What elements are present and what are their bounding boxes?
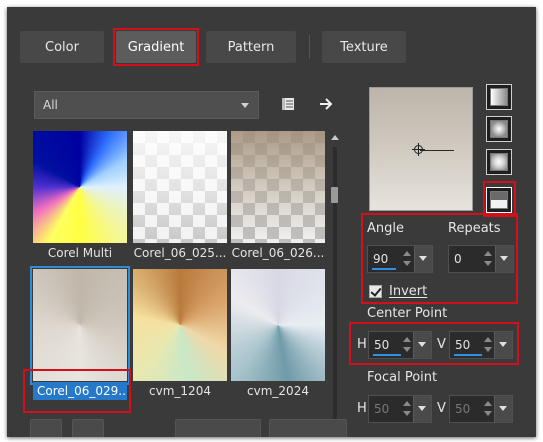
gradient-label: Corel_06_026...: [231, 246, 325, 260]
focal-v-input[interactable]: 50: [449, 395, 513, 423]
center-v-label: V: [437, 337, 446, 352]
center-h-label: H: [357, 337, 367, 352]
focal-h-spinner[interactable]: [403, 399, 411, 419]
gradient-label: Corel Multi: [47, 246, 113, 260]
focal-v-label: V: [437, 401, 446, 416]
center-h-dropdown-icon[interactable]: [413, 332, 431, 358]
gradient-swatch: [133, 131, 227, 243]
invert-checkbox[interactable]: [369, 285, 382, 298]
angle-input[interactable]: 90: [367, 245, 433, 273]
gradient-item-corel-06-025[interactable]: Corel_06_025...: [133, 131, 227, 260]
gradient-swatch: [231, 131, 325, 243]
angle-handle[interactable]: [420, 150, 454, 151]
angle-slider-indicator: [372, 268, 396, 270]
repeats-input[interactable]: 0: [448, 245, 514, 273]
bottom-button-3[interactable]: [175, 419, 261, 437]
rectangular-gradient-icon[interactable]: [486, 116, 512, 142]
center-h-slider-indicator: [373, 354, 401, 356]
center-v-slider-indicator: [454, 354, 482, 356]
center-h-spinner[interactable]: [403, 335, 411, 355]
library-icon[interactable]: [277, 93, 299, 115]
sunburst-gradient-icon[interactable]: [486, 149, 512, 175]
center-point-label: Center Point: [367, 306, 448, 321]
tab-pattern[interactable]: Pattern: [206, 31, 296, 63]
gradient-item-corel-06-029[interactable]: Corel_06_029...: [30, 266, 130, 400]
scrollbar-thumb[interactable]: [331, 187, 338, 203]
arrow-right-icon[interactable]: [315, 93, 337, 115]
bottom-button-2[interactable]: [72, 419, 104, 437]
center-v-dropdown-icon[interactable]: [494, 332, 512, 358]
category-dropdown[interactable]: All: [34, 91, 259, 119]
scroll-up-icon[interactable]: [331, 135, 339, 140]
crosshair-icon[interactable]: [412, 143, 425, 156]
linear-gradient-icon[interactable]: [486, 84, 512, 110]
invert-label[interactable]: Invert: [389, 284, 427, 299]
center-h-input[interactable]: 50: [368, 331, 432, 359]
gradient-item-corel-06-026[interactable]: Corel_06_026...: [231, 131, 325, 260]
center-v-input[interactable]: 50: [449, 331, 513, 359]
category-dropdown-value: All: [43, 98, 58, 112]
gradient-swatch: [33, 131, 127, 243]
center-v-value: 50: [455, 338, 471, 352]
gradient-item-corel-multi[interactable]: Corel Multi: [33, 131, 127, 260]
tab-separator: [309, 35, 310, 59]
angle-value: 90: [373, 252, 389, 266]
gradient-item-cvm-2024[interactable]: cvm_2024: [231, 269, 325, 398]
gradient-swatch: [33, 269, 127, 381]
repeats-dropdown-icon[interactable]: [495, 246, 513, 272]
angle-label: Angle: [367, 221, 404, 236]
focal-point-label: Focal Point: [367, 370, 438, 385]
tab-texture[interactable]: Texture: [322, 31, 406, 63]
gradient-label: Corel_06_025...: [133, 246, 227, 260]
center-v-spinner[interactable]: [484, 335, 492, 355]
radial-gradient-icon[interactable]: [486, 187, 512, 213]
angle-dropdown-icon[interactable]: [414, 246, 432, 272]
tab-gradient[interactable]: Gradient: [116, 31, 196, 63]
bottom-button-1[interactable]: [30, 419, 62, 437]
gradient-label: Corel_06_029...: [33, 382, 127, 400]
repeats-label: Repeats: [448, 221, 501, 236]
focal-v-dropdown-icon[interactable]: [494, 396, 512, 422]
focal-v-spinner[interactable]: [484, 399, 492, 419]
chevron-down-icon: [241, 103, 249, 108]
repeats-value: 0: [454, 252, 462, 266]
material-properties-panel: Color Gradient Pattern Texture All Corel…: [7, 7, 536, 437]
gradient-swatch: [231, 269, 325, 381]
gradient-swatch: [133, 269, 227, 381]
repeats-spinner[interactable]: [484, 249, 492, 269]
gradient-item-cvm-1204[interactable]: cvm_1204: [133, 269, 227, 398]
focal-h-input[interactable]: 50: [368, 395, 432, 423]
center-h-value: 50: [374, 338, 390, 352]
focal-h-value: 50: [374, 402, 390, 416]
bottom-button-4[interactable]: [269, 419, 347, 437]
gradient-label: cvm_1204: [149, 384, 211, 398]
gradient-list-scrollbar[interactable]: [329, 135, 341, 425]
focal-h-label: H: [357, 401, 367, 416]
gradient-preview[interactable]: [369, 87, 473, 211]
focal-v-value: 50: [455, 402, 471, 416]
tab-color[interactable]: Color: [20, 31, 104, 63]
gradient-label: cvm_2024: [247, 384, 309, 398]
focal-h-dropdown-icon[interactable]: [413, 396, 431, 422]
angle-spinner[interactable]: [403, 249, 411, 269]
